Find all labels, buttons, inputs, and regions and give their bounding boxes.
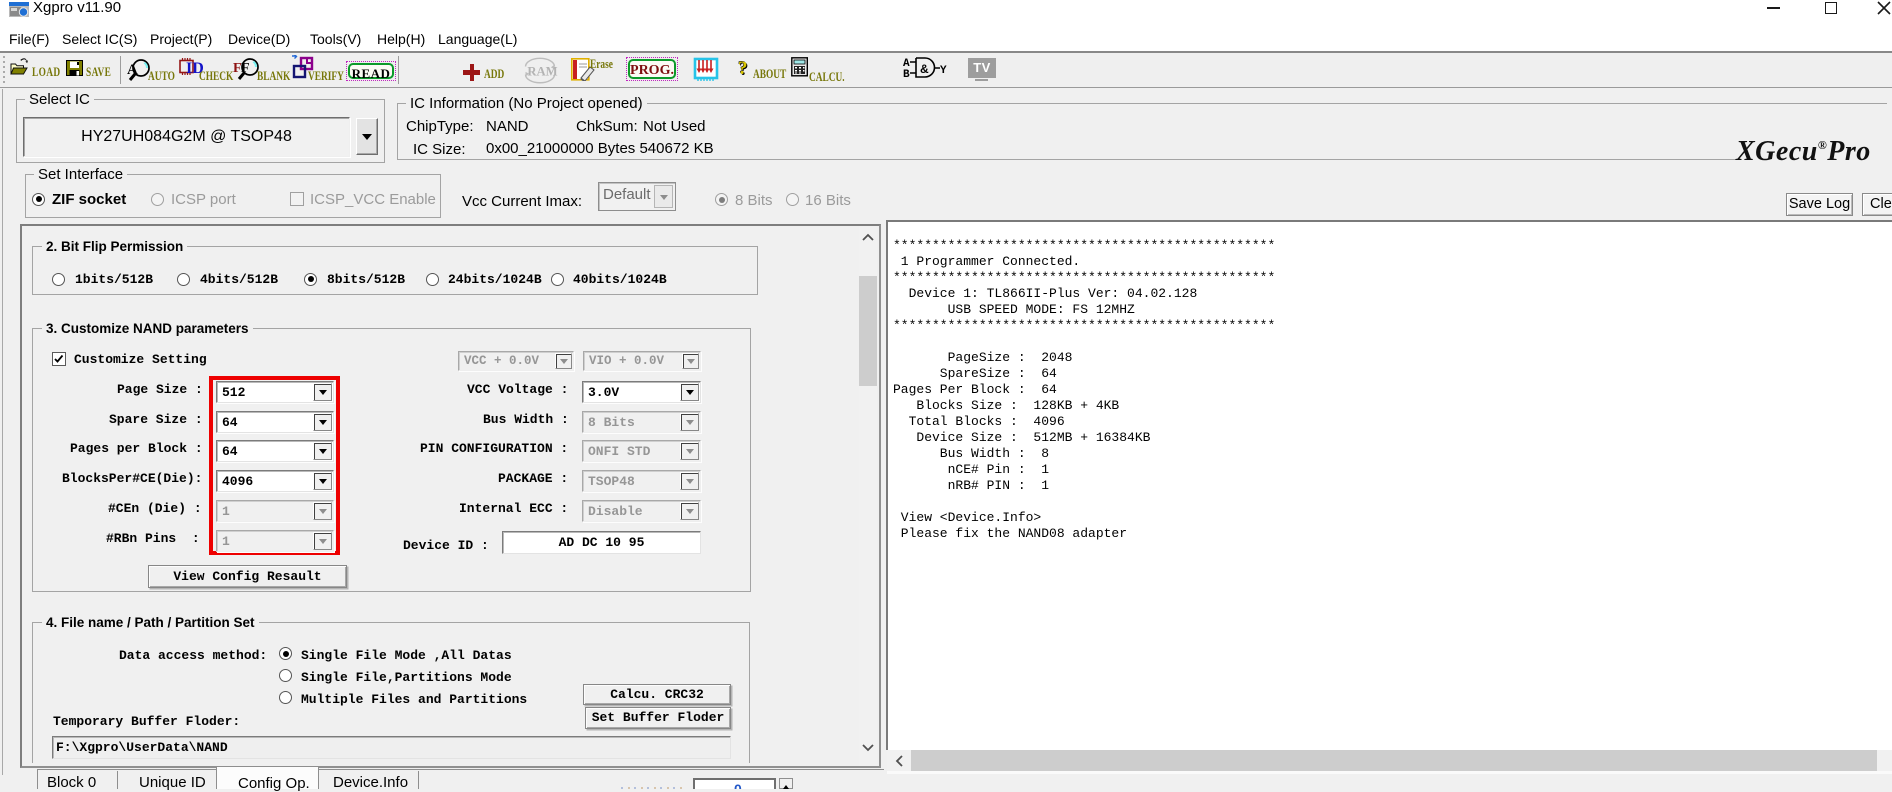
svg-text:RAM: RAM [527, 65, 557, 79]
svg-text:Y: Y [940, 65, 947, 77]
svg-text:B: B [903, 69, 910, 81]
svg-text:&: & [920, 62, 929, 76]
